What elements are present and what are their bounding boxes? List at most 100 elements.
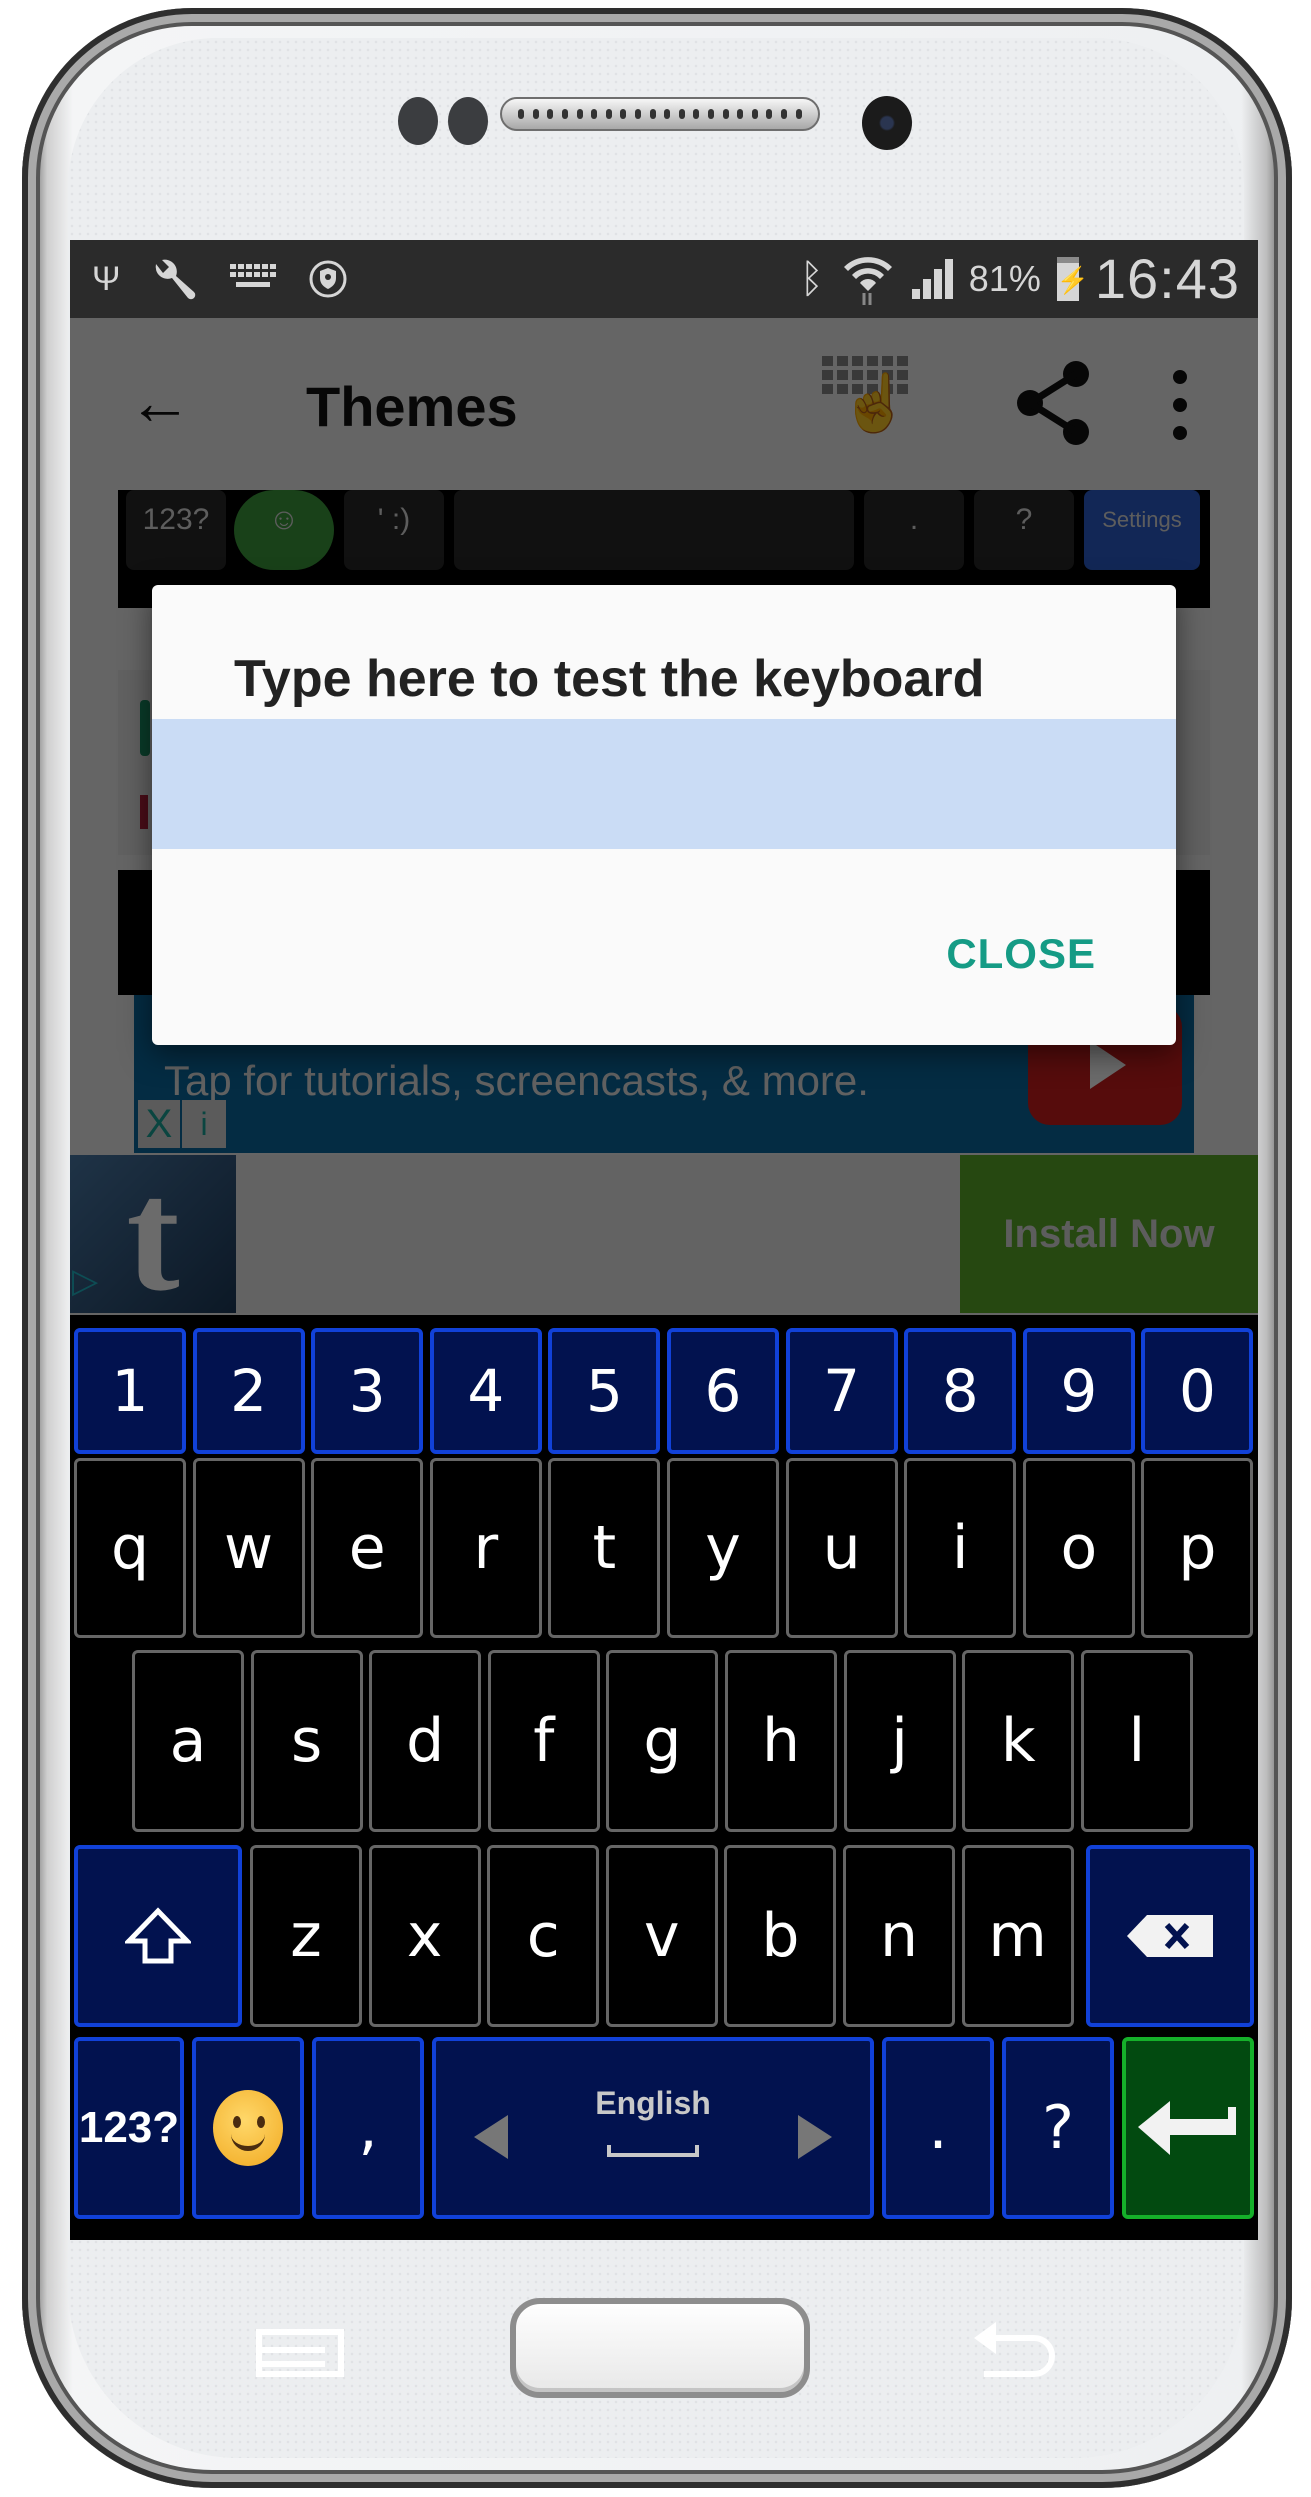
- key-7[interactable]: 7: [785, 1328, 898, 1454]
- key-t[interactable]: t: [548, 1458, 661, 1638]
- emoji-key[interactable]: [192, 2037, 304, 2219]
- shift-arrow-icon: [125, 1907, 191, 1964]
- key-o[interactable]: o: [1022, 1458, 1135, 1638]
- enter-key[interactable]: [1122, 2037, 1254, 2219]
- key-p-label: p: [1178, 1513, 1217, 1583]
- space-bar-icon: [607, 2145, 699, 2157]
- key-c[interactable]: c: [487, 1845, 600, 2027]
- key-9-label: 9: [1060, 1357, 1098, 1425]
- key-m[interactable]: m: [961, 1845, 1074, 2027]
- symbols-key[interactable]: 123?: [74, 2037, 184, 2219]
- key-x[interactable]: x: [368, 1845, 481, 2027]
- status-bar: Ψ ᛒ 81% 16:43: [70, 240, 1258, 318]
- key-i-label: i: [951, 1513, 969, 1583]
- back-hardware-key[interactable]: [970, 2318, 1060, 2388]
- key-m-label: m: [988, 1901, 1047, 1971]
- key-e-label: e: [348, 1513, 386, 1583]
- key-r-label: r: [473, 1513, 499, 1583]
- key-1-label: 1: [111, 1357, 149, 1425]
- key-h-label: h: [761, 1706, 801, 1776]
- key-z-label: z: [290, 1901, 322, 1971]
- enter-arrow-icon: [1138, 2101, 1236, 2155]
- key-y[interactable]: y: [667, 1458, 779, 1638]
- key-g[interactable]: g: [606, 1650, 719, 1832]
- key-s-label: s: [290, 1706, 323, 1776]
- letter-row-1: q w e r t yui o p: [70, 1458, 1258, 1638]
- key-6-label: 6: [704, 1357, 742, 1425]
- key-o-label: o: [1060, 1513, 1098, 1583]
- device-screen: Ψ ᛒ 81% 16:43 ← Themes ☝ 123? ☺ ' :): [70, 240, 1258, 2240]
- key-c-label: c: [526, 1901, 560, 1971]
- key-a[interactable]: a: [132, 1650, 244, 1832]
- key-v-label: v: [644, 1901, 680, 1971]
- key-w-label: w: [224, 1513, 274, 1583]
- home-hardware-button[interactable]: [510, 2298, 810, 2398]
- key-2[interactable]: 2: [192, 1328, 305, 1454]
- number-row: 1 2 3 4 5 6 7 8 9 0: [70, 1328, 1258, 1458]
- key-0-label: 0: [1178, 1357, 1216, 1425]
- key-4-label: 4: [467, 1357, 505, 1425]
- key-s[interactable]: s: [250, 1650, 363, 1832]
- close-button[interactable]: CLOSE: [946, 930, 1096, 978]
- key-y-label: y: [705, 1513, 741, 1583]
- key-r[interactable]: r: [429, 1458, 542, 1638]
- earpiece-speaker: [500, 97, 820, 131]
- key-0[interactable]: 0: [1141, 1328, 1254, 1454]
- bottom-row: 123? , English . ?: [70, 2037, 1258, 2227]
- key-d[interactable]: d: [369, 1650, 482, 1832]
- key-p[interactable]: p: [1141, 1458, 1254, 1638]
- shift-key[interactable]: [74, 1845, 242, 2027]
- key-z[interactable]: z: [250, 1845, 362, 2027]
- menu-hardware-key[interactable]: [255, 2328, 345, 2378]
- backspace-icon: [1127, 1915, 1213, 1957]
- key-j[interactable]: j: [843, 1650, 956, 1832]
- key-9[interactable]: 9: [1022, 1328, 1135, 1454]
- key-l[interactable]: l: [1080, 1650, 1193, 1832]
- key-4[interactable]: 4: [429, 1328, 542, 1454]
- usb-icon: Ψ: [92, 260, 121, 298]
- key-f-label: f: [533, 1706, 555, 1776]
- comma-key[interactable]: ,: [312, 2037, 424, 2219]
- signal-icon: [911, 258, 953, 299]
- keyboard-icon: [230, 264, 277, 287]
- clock: 16:43: [1094, 247, 1240, 310]
- light-sensor: [448, 97, 488, 145]
- key-k[interactable]: k: [962, 1650, 1075, 1832]
- key-3[interactable]: 3: [311, 1328, 424, 1454]
- key-w[interactable]: w: [192, 1458, 305, 1638]
- key-i[interactable]: i: [904, 1458, 1017, 1638]
- letter-row-3: z x c v b nm: [70, 1845, 1258, 2035]
- key-u[interactable]: u: [785, 1458, 898, 1638]
- key-h[interactable]: h: [725, 1650, 837, 1832]
- key-5-label: 5: [585, 1357, 623, 1425]
- key-v[interactable]: v: [605, 1845, 718, 2027]
- bluetooth-icon: ᛒ: [799, 256, 824, 301]
- key-e[interactable]: e: [311, 1458, 424, 1638]
- key-6[interactable]: 6: [667, 1328, 779, 1454]
- soft-keyboard: 1234567890 qwertyuiop asdfghjkl zxcvbnm …: [70, 1315, 1258, 2240]
- language-next-icon: [798, 2115, 832, 2159]
- period-key[interactable]: .: [882, 2037, 994, 2219]
- key-f[interactable]: f: [487, 1650, 600, 1832]
- key-n[interactable]: n: [843, 1845, 955, 2027]
- key-7-label: 7: [823, 1357, 861, 1425]
- test-input-field[interactable]: [152, 719, 1176, 849]
- key-q-label: q: [110, 1513, 150, 1583]
- backspace-key[interactable]: [1086, 1845, 1254, 2027]
- key-2-label: 2: [230, 1357, 268, 1425]
- battery-charging-icon: [1056, 256, 1089, 301]
- key-8[interactable]: 8: [904, 1328, 1017, 1454]
- key-d-label: d: [406, 1706, 445, 1776]
- key-5[interactable]: 5: [548, 1328, 661, 1454]
- proximity-sensor: [398, 97, 438, 145]
- key-a-label: a: [169, 1706, 207, 1776]
- key-1[interactable]: 1: [74, 1328, 186, 1454]
- key-q[interactable]: q: [74, 1458, 186, 1638]
- key-j-label: j: [891, 1706, 908, 1776]
- key-g-label: g: [643, 1706, 682, 1776]
- key-b[interactable]: b: [724, 1845, 837, 2027]
- battery-percent: 81%: [968, 257, 1041, 299]
- space-key[interactable]: English: [432, 2037, 874, 2219]
- question-key[interactable]: ?: [1002, 2037, 1114, 2219]
- key-t-label: t: [592, 1513, 617, 1583]
